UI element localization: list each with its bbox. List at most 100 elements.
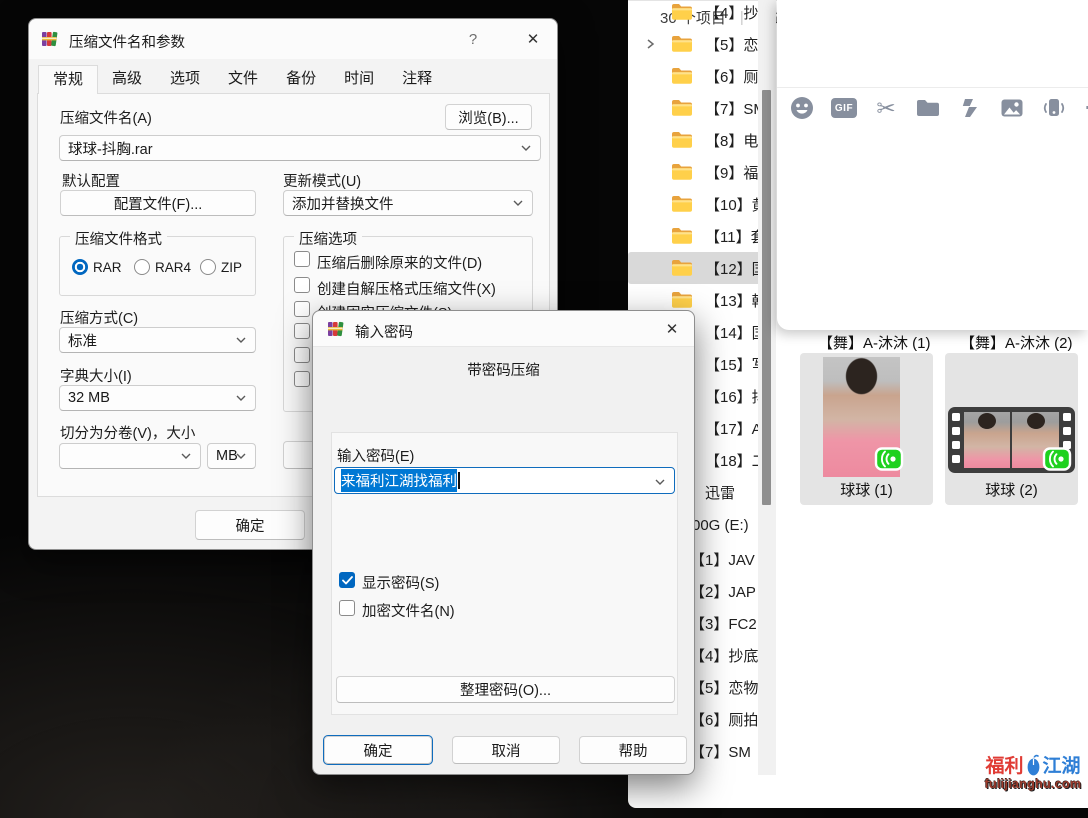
file-name: 球球 (2) <box>945 479 1078 500</box>
option-checkbox[interactable] <box>294 323 310 339</box>
enter-password-dialog: 输入密码 ✕ 带密码压缩 输入密码(E) 来福利江湖找福利 显示密码(S) 加密… <box>312 310 695 775</box>
tree-item-label: 【4】抄底 <box>690 645 758 666</box>
winrar-app-icon <box>41 30 59 48</box>
window-shake-icon[interactable] <box>1041 95 1067 121</box>
tab-2[interactable]: 选项 <box>156 65 214 93</box>
mouse-icon <box>1025 753 1042 777</box>
close-icon[interactable]: ✕ <box>654 311 690 347</box>
option-checkbox[interactable] <box>294 277 310 293</box>
cancel-button[interactable]: 取消 <box>452 736 560 764</box>
site-watermark: 福利 江湖 fulijianghu.com <box>980 751 1086 791</box>
watermark-brand-blue: 江湖 <box>1043 751 1081 778</box>
dialog-title: 压缩文件名和参数 <box>69 31 185 52</box>
tree-item[interactable]: 【4】抄 <box>628 0 776 28</box>
tree-item[interactable]: 【11】套 <box>628 220 776 252</box>
dialog-tabs: 常规高级选项文件备份时间注释 <box>38 65 446 94</box>
tree-item-label: 【5】恋物 <box>690 677 758 698</box>
profile-button[interactable]: 配置文件(F)... <box>60 190 256 216</box>
tab-0[interactable]: 常规 <box>38 65 98 94</box>
tree-item[interactable]: 【6】厕 <box>628 60 776 92</box>
screenshot-scissors-icon[interactable]: ✂ <box>873 95 899 121</box>
dialog-titlebar[interactable]: 输入密码 ✕ <box>313 311 694 347</box>
close-icon[interactable]: ✕ <box>515 19 551 59</box>
dialog-titlebar[interactable]: 压缩文件名和参数 ? ✕ <box>29 19 557 59</box>
emoji-icon[interactable] <box>789 95 815 121</box>
chevron-down-icon <box>235 334 247 346</box>
tab-3[interactable]: 文件 <box>214 65 272 93</box>
tab-6[interactable]: 注释 <box>388 65 446 93</box>
file-item-qiuqiu-1[interactable]: 球球 (1) <box>800 353 933 505</box>
option-checkbox[interactable] <box>294 301 310 317</box>
format-radio-label: ZIP <box>221 260 242 275</box>
tree-item-label: 【9】福 <box>705 162 758 183</box>
tree-scrollbar-thumb[interactable] <box>762 90 771 505</box>
tree-item[interactable]: 【12】国 <box>628 252 776 284</box>
split-size-combobox[interactable] <box>59 443 201 469</box>
tree-item-label: 【7】SM <box>705 98 766 119</box>
tree-item-label: 【4】抄 <box>705 2 758 23</box>
password-value-selected: 来福利江湖找福利 <box>341 469 457 492</box>
option-checkbox[interactable] <box>294 251 310 267</box>
winrar-app-icon <box>327 320 345 338</box>
watermark-brand-red: 福利 <box>985 751 1023 778</box>
organize-passwords-button[interactable]: 整理密码(O)... <box>336 676 675 703</box>
expand-chevron-icon[interactable] <box>643 37 657 51</box>
tree-item[interactable]: 【5】恋 <box>628 28 776 60</box>
option-checkbox[interactable] <box>294 347 310 363</box>
folder-icon <box>671 259 693 277</box>
archive-format-group: 压缩文件格式 RARRAR4ZIP <box>59 236 256 296</box>
show-password-checkbox[interactable] <box>339 572 355 588</box>
ok-button[interactable]: 确定 <box>324 736 432 764</box>
send-file-folder-icon[interactable] <box>915 95 941 121</box>
option-label: 创建自解压格式压缩文件(X) <box>317 278 496 299</box>
option-checkbox[interactable] <box>294 371 310 387</box>
text-caret <box>458 472 460 489</box>
tab-1[interactable]: 高级 <box>98 65 156 93</box>
browse-button[interactable]: 浏览(B)... <box>445 104 532 130</box>
format-radio-label: RAR <box>93 260 122 275</box>
enter-password-label: 输入密码(E) <box>337 445 414 466</box>
tree-item-label: 【7】SM <box>690 741 751 762</box>
compress-method-value: 标准 <box>68 330 97 351</box>
send-image-icon[interactable] <box>999 95 1025 121</box>
codec-overlay-icon <box>874 444 904 474</box>
tree-item-label: 【1】JAV <box>690 549 755 570</box>
more-icon[interactable]: ⋯ <box>1083 95 1088 121</box>
tree-item[interactable]: 【7】SM <box>628 92 776 124</box>
tree-item-label: 【3】FC2 <box>690 613 757 634</box>
help-button[interactable]: 帮助 <box>579 736 687 764</box>
folder-icon <box>671 131 693 149</box>
ok-button[interactable]: 确定 <box>195 510 305 540</box>
password-input[interactable]: 来福利江湖找福利 <box>334 467 675 494</box>
help-button[interactable]: ? <box>459 19 487 59</box>
tree-item[interactable]: 【9】福 <box>628 156 776 188</box>
folder-icon <box>671 227 693 245</box>
format-radio-rar4[interactable] <box>134 259 150 275</box>
tree-item-label: 【5】恋 <box>705 34 758 55</box>
tree-item-label: 【8】电 <box>705 130 758 151</box>
tree-item-label: 【6】厕 <box>705 66 758 87</box>
show-password-label: 显示密码(S) <box>362 572 439 593</box>
format-radio-zip[interactable] <box>200 259 216 275</box>
tab-5[interactable]: 时间 <box>330 65 388 93</box>
file-name: 球球 (1) <box>800 479 933 500</box>
format-radio-rar[interactable] <box>72 259 88 275</box>
file-item-qiuqiu-2[interactable]: 球球 (2) <box>945 353 1078 505</box>
archive-name-combobox[interactable]: 球球-抖胸.rar <box>59 135 541 161</box>
codec-overlay-icon <box>1042 444 1072 474</box>
encrypt-names-checkbox[interactable] <box>339 600 355 616</box>
gif-icon[interactable]: GIF <box>831 95 857 121</box>
split-unit-combobox[interactable]: MB <box>207 443 256 469</box>
archive-format-group-label: 压缩文件格式 <box>70 228 167 249</box>
tree-item-label: 00G (E:) <box>692 517 749 534</box>
tab-4[interactable]: 备份 <box>272 65 330 93</box>
tree-item[interactable]: 【8】电 <box>628 124 776 156</box>
folder-icon <box>671 3 693 21</box>
tree-item[interactable]: 【10】黄 <box>628 188 776 220</box>
update-mode-combobox[interactable]: 添加并替换文件 <box>283 190 533 216</box>
compress-method-combobox[interactable]: 标准 <box>59 327 256 353</box>
dictionary-size-combobox[interactable]: 32 MB <box>59 385 256 411</box>
folder-icon <box>671 163 693 181</box>
file-label-partial: 【舞】A-沐沐 (1) <box>818 332 931 353</box>
docs-icon[interactable] <box>957 95 983 121</box>
